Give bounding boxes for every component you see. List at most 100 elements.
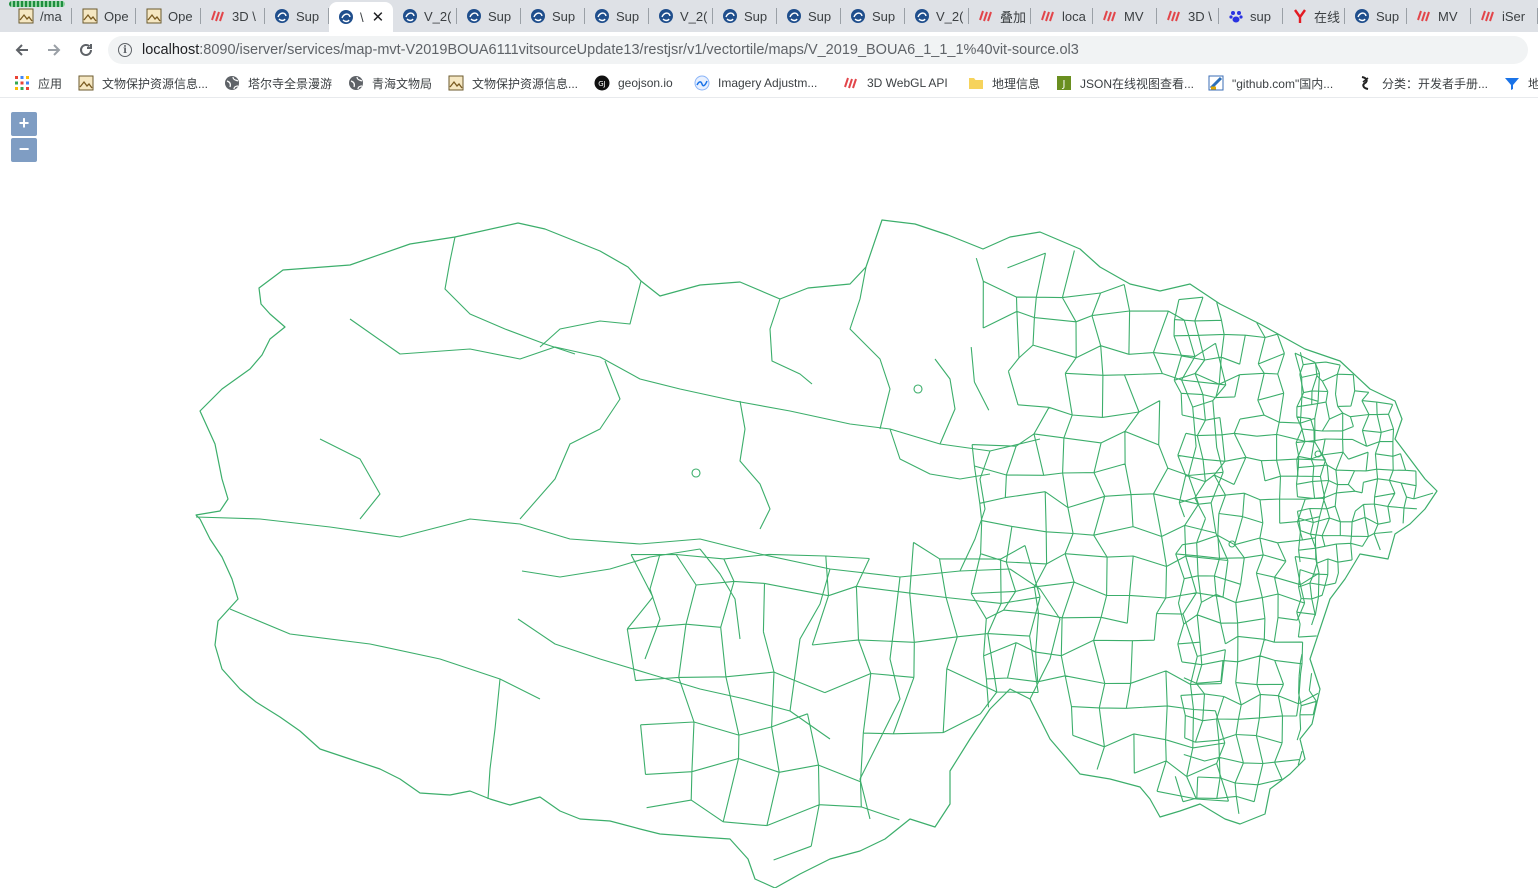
tab-title: Sup xyxy=(744,8,768,24)
tab-title: sup xyxy=(1250,8,1271,24)
bookmark-item[interactable]: GJ geojson.io xyxy=(594,74,673,92)
bookmark-item[interactable]: 分类：开发者手册... xyxy=(1358,74,1488,92)
browser-tab[interactable]: Sup xyxy=(777,4,841,28)
supermap-red-icon xyxy=(978,8,994,24)
supermap-red-icon xyxy=(843,75,859,91)
boundary-line xyxy=(487,678,501,800)
tab-separator xyxy=(135,8,136,24)
site-info-icon[interactable]: i xyxy=(118,43,132,57)
browser-tab[interactable]: 叠加 xyxy=(969,4,1031,28)
browser-tab[interactable]: V_2( xyxy=(905,4,969,28)
enclave-boundary xyxy=(913,384,923,394)
iserver-icon xyxy=(338,9,354,25)
close-tab-icon[interactable]: ✕ xyxy=(372,8,385,26)
browser-tab[interactable]: V_2( xyxy=(393,4,457,28)
bookmarks-bar: 应用 文物保护资源信息... 塔尔寺全景漫游 青海文物局 文物保护资源信息... GJ ge… xyxy=(0,68,1538,98)
browser-toolbar: i localhost:8090/iserver/services/map-mv… xyxy=(0,32,1538,68)
boundary-line xyxy=(539,280,642,348)
devmanual-icon xyxy=(1358,75,1374,91)
bookmark-label: JSON在线视图查看... xyxy=(1080,76,1195,91)
boundary-line xyxy=(739,400,771,530)
bookmark-item[interactable]: 文物保护资源信息... xyxy=(78,74,208,92)
reload-icon xyxy=(80,43,92,56)
bookmark-item[interactable]: "github.com"国内... xyxy=(1208,74,1333,92)
imagery-icon xyxy=(694,75,710,91)
browser-tab[interactable]: 在线 xyxy=(1283,4,1345,28)
tab-title: V_2( xyxy=(936,8,964,24)
apps-grid-icon xyxy=(14,75,30,91)
browser-tab[interactable]: /ma xyxy=(9,4,72,28)
browser-tab[interactable]: 3D \ xyxy=(1157,4,1219,28)
back-button[interactable] xyxy=(10,38,34,62)
bookmark-item[interactable]: 文物保护资源信息... xyxy=(448,74,578,92)
supermap-red-icon xyxy=(1040,8,1056,24)
browser-tab[interactable]: Sup xyxy=(841,4,905,28)
url-path: :8090/iserver/services/map-mvt-V2019BOUA… xyxy=(199,42,1079,58)
browser-tab[interactable]: Sup xyxy=(585,4,649,28)
reload-button[interactable] xyxy=(74,38,98,62)
browser-tab[interactable]: Sup xyxy=(265,4,329,28)
browser-tab[interactable]: \ ✕ xyxy=(329,2,393,32)
tab-title: MV xyxy=(1124,8,1144,24)
tab-title: Sup xyxy=(616,8,640,24)
browser-tab[interactable]: 3D \ xyxy=(201,4,265,28)
browser-tab[interactable]: MV xyxy=(1093,4,1157,28)
url-host: localhost xyxy=(142,42,200,58)
tab-title: /ma xyxy=(40,8,62,24)
map-viewport[interactable]: + − xyxy=(0,99,1538,888)
boundary-line xyxy=(769,298,813,385)
bookmark-item[interactable]: 应用 xyxy=(14,74,62,92)
region-outline xyxy=(195,219,1438,888)
tab-title: Sup xyxy=(488,8,512,24)
bookmark-label: 分类：开发者手册... xyxy=(1382,76,1489,91)
zoom-out-button[interactable]: − xyxy=(11,138,37,162)
supermap-red-icon xyxy=(1166,8,1182,24)
vector-tile-layer[interactable] xyxy=(0,99,1538,888)
browser-tab[interactable]: sup xyxy=(1219,4,1283,28)
back-arrow-icon xyxy=(15,44,28,56)
address-bar[interactable]: i localhost:8090/iserver/services/map-mv… xyxy=(108,36,1528,64)
bookmark-item[interactable]: 地理信息 xyxy=(968,74,1040,92)
map-page-icon xyxy=(78,75,94,91)
bookmark-item[interactable]: 青海文物局 xyxy=(348,74,432,92)
tab-title: Ope xyxy=(168,8,193,24)
browser-tab[interactable]: Ope xyxy=(73,4,136,28)
browser-tab[interactable]: Sup xyxy=(1345,4,1407,28)
tab-title: Sup xyxy=(552,8,576,24)
subdivision-boundaries xyxy=(626,541,1041,861)
bookmark-item[interactable]: J JSON在线视图查看... xyxy=(1056,74,1194,92)
url-text: localhost:8090/iserver/services/map-mvt-… xyxy=(142,42,1079,58)
bookmark-item[interactable]: 塔尔寺全景漫游 xyxy=(224,74,332,92)
map-page-icon xyxy=(146,8,162,24)
browser-tab[interactable]: iSer xyxy=(1471,4,1538,28)
boundary-line xyxy=(444,236,576,355)
tab-title: Sup xyxy=(296,8,320,24)
boundary-line xyxy=(517,618,831,740)
tab-title: \ xyxy=(360,9,364,25)
bookmark-label: 青海文物局 xyxy=(372,76,433,91)
bookmark-item[interactable]: 地 xyxy=(1504,74,1538,92)
browser-tab[interactable]: Sup xyxy=(713,4,777,28)
forward-button[interactable] xyxy=(42,38,66,62)
bookmark-label: geojson.io xyxy=(618,76,673,90)
iserver-icon xyxy=(1354,8,1370,24)
bookmark-item[interactable]: 3D WebGL API xyxy=(843,74,948,92)
browser-tab[interactable]: MV xyxy=(1407,4,1471,28)
browser-tab[interactable]: V_2( xyxy=(649,4,713,28)
browser-tab[interactable]: loca xyxy=(1031,4,1093,28)
zoom-in-button[interactable]: + xyxy=(11,112,37,136)
tab-title: 叠加 xyxy=(1000,9,1027,25)
browser-tab[interactable]: Ope xyxy=(137,4,201,28)
iserver-icon xyxy=(658,8,674,24)
tab-title: iSer xyxy=(1502,8,1526,24)
bookmark-label: "github.com"国内... xyxy=(1232,76,1334,91)
bookmark-label: 文物保护资源信息... xyxy=(472,76,579,91)
browser-tab[interactable]: Sup xyxy=(521,4,585,28)
json-viewer-icon: J xyxy=(1056,75,1072,91)
browser-tab[interactable]: Sup xyxy=(457,4,521,28)
boundary-line xyxy=(519,360,621,520)
boundary-line xyxy=(521,548,701,578)
bookmark-item[interactable]: Imagery Adjustm... xyxy=(694,74,817,92)
boundary-line xyxy=(195,516,1011,578)
bookmark-label: 地理信息 xyxy=(992,76,1041,91)
